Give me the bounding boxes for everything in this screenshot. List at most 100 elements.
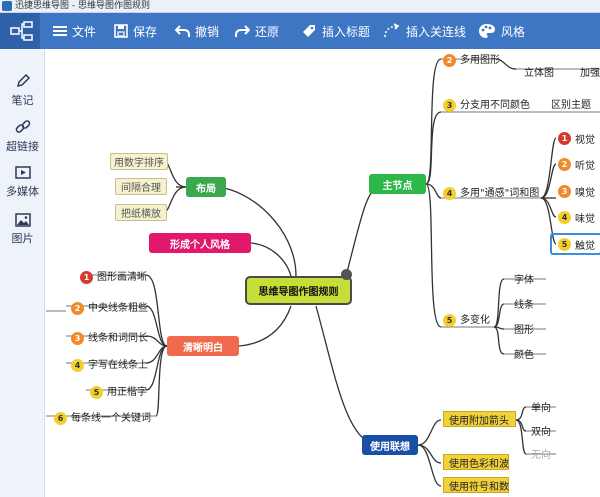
central-topic-label: 思维导图作图规则 [258,287,339,298]
branch-clear[interactable]: 清晰明白 [167,336,239,356]
sidebar-multimedia-label: 多媒体 [6,185,39,198]
clear-item[interactable]: 4 字写在线条上 [71,356,148,372]
priority-3-icon: 3 [558,184,571,198]
arrow-sub-item[interactable]: 双向 [531,423,551,438]
arrow-sub-label: 双向 [531,427,551,438]
main-point-item-label: 多变化 [460,315,490,326]
main-point-item[interactable]: 3 分支用不同颜色 [443,96,530,112]
sidebar-item-notes[interactable]: 笔记 [0,73,45,108]
sidebar-hyperlink-label: 超链接 [6,140,39,153]
clear-item[interactable]: 5 用正楷字 [90,383,147,399]
main-point-item[interactable]: 5 多变化 [443,311,490,327]
association-item[interactable]: 使用附加箭头 [443,411,516,427]
association-item-label: 使用色彩和波 [449,458,509,470]
main-point-item-label: 多用"通感"词和图 [460,188,540,199]
window-title: 迅捷思维导图 - 思维导图作图规则 [15,1,150,11]
save-label: 保存 [133,24,158,39]
sense-item[interactable]: 5 触觉 [558,235,595,253]
arrow-sub-item[interactable]: 无向 [531,446,551,461]
association-item[interactable]: 使用符号和数 [443,477,509,493]
variation-item[interactable]: 颜色 [514,346,534,361]
branch-personal-style-label: 形成个人风格 [170,239,230,251]
branch-main-point[interactable]: 主节点 [369,174,426,194]
variation-label: 线条 [514,300,534,311]
arrow-sub-item[interactable]: 单向 [531,399,551,414]
variation-item[interactable]: 图形 [514,321,534,336]
hamburger-icon [53,26,67,36]
sense-item[interactable]: 1 视觉 [558,129,595,147]
sidebar-item-hyperlink[interactable]: 超链接 [0,119,45,154]
variation-item[interactable]: 字体 [514,271,534,286]
layout-item[interactable]: 间隔合理 [115,178,167,195]
sense-item-label: 味觉 [575,213,595,225]
arrow-sub-label: 单向 [531,403,551,414]
clear-item[interactable]: 1 图形画清晰 [80,268,147,284]
mindmap-icon [10,21,33,41]
sidebar-item-image[interactable]: 图片 [0,213,45,246]
color-sub-label: 区别主题 [551,100,591,111]
save-icon [114,24,128,38]
color-sub-item[interactable]: 区别主题 [551,96,591,111]
clear-item-label: 线条和词同长 [88,333,148,344]
branch-association-label: 使用联想 [370,441,410,453]
graphics-sub-item[interactable]: 加强 [580,64,600,79]
clear-item-label: 每条线一个关键词 [71,413,151,424]
main-point-item[interactable]: 2 多用图形 [443,51,500,67]
file-menu-button[interactable]: 文件 [53,13,96,49]
graphics-sub-item[interactable]: 立体图 [524,64,554,79]
sense-item-label: 触觉 [575,240,595,252]
arrow-sub-label: 无向 [531,450,551,461]
mindmap-menu-button[interactable] [0,13,40,49]
central-topic[interactable]: 思维导图作图规则 [245,276,352,305]
main-point-item[interactable]: 4 多用"通感"词和图 [443,184,539,200]
sidebar-notes-label: 笔记 [11,94,34,107]
insert-topic-label: 插入标题 [322,24,371,39]
priority-2-icon: 2 [443,53,456,67]
layout-item[interactable]: 用数字排序 [110,153,168,170]
priority-6-icon: 6 [54,411,67,425]
redo-button[interactable]: 还原 [235,13,279,49]
graphics-sub-label: 立体图 [524,68,554,79]
sense-item-label: 嗅觉 [575,187,595,199]
layout-item[interactable]: 把纸横放 [115,204,167,221]
collapse-toggle-icon[interactable] [341,269,352,280]
save-button[interactable]: 保存 [114,13,157,49]
sense-item[interactable]: 3 嗅觉 [558,182,595,200]
variation-label: 图形 [514,325,534,336]
layout-item-label: 用数字排序 [114,158,164,169]
insert-relation-button[interactable]: 插入关连线 [383,13,466,49]
priority-4-icon: 4 [443,186,456,200]
sidebar-item-multimedia[interactable]: 多媒体 [0,166,45,199]
style-button[interactable]: 风格 [478,13,525,49]
clear-item[interactable]: 6 每条线一个关键词 [54,409,151,425]
priority-2-icon: 2 [558,157,571,171]
variation-item[interactable]: 线条 [514,296,534,311]
palette-icon [479,24,495,38]
variation-label: 颜色 [514,350,534,361]
branch-association[interactable]: 使用联想 [362,435,418,455]
clear-item[interactable]: 3 线条和词同长 [71,329,148,345]
app-logo-icon [2,1,12,11]
association-item[interactable]: 使用色彩和波 [443,454,509,470]
undo-label: 撤销 [195,24,220,39]
pencil-icon [16,73,30,88]
clear-item[interactable]: 2 中央线条粗些 [71,299,148,315]
redo-label: 还原 [255,24,280,39]
branch-personal-style[interactable]: 形成个人风格 [149,233,251,253]
redo-icon [235,25,250,37]
insert-relation-label: 插入关连线 [406,24,467,39]
clear-item-label: 用正楷字 [107,387,147,398]
mindmap-canvas[interactable]: 思维导图作图规则 布局 用数字排序 间隔合理 把纸横放 形成个人风格 清晰明白 … [46,49,600,497]
title-bar: 迅捷思维导图 - 思维导图作图规则 [0,0,600,13]
video-icon [14,166,31,179]
layout-item-label: 把纸横放 [121,209,161,220]
priority-5-icon: 5 [90,385,103,399]
branch-layout[interactable]: 布局 [186,177,226,197]
file-label: 文件 [72,24,97,39]
insert-topic-button[interactable]: 插入标题 [301,13,370,49]
sense-item[interactable]: 4 味觉 [558,208,595,226]
sense-item[interactable]: 2 听觉 [558,155,595,173]
branch-clear-label: 清晰明白 [183,342,223,354]
undo-button[interactable]: 撤销 [175,13,219,49]
style-label: 风格 [501,24,526,39]
